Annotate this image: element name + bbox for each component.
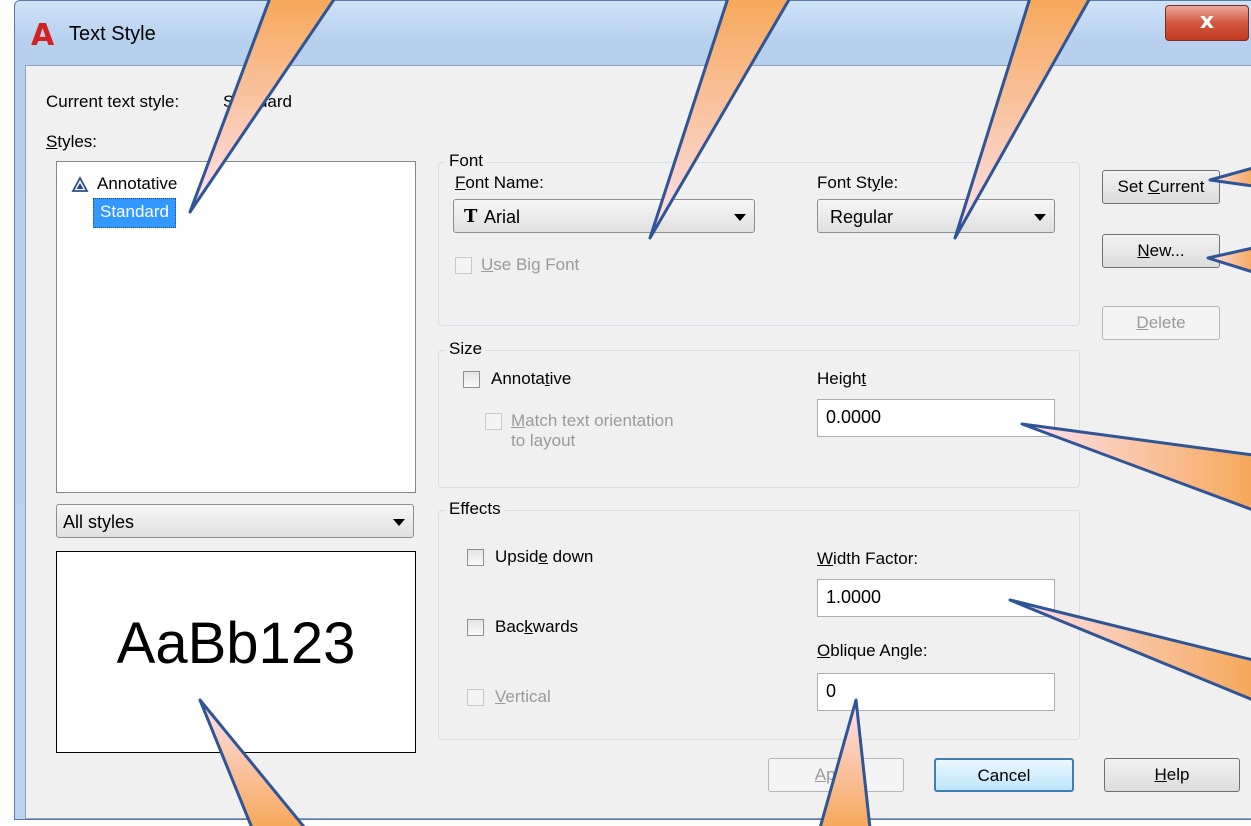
width-factor-label: Width Factor: [817,549,919,568]
size-group-title: Size [445,339,487,359]
styles-list[interactable]: Annotative Standard [56,161,416,493]
preview-panel: AaBb123 [56,551,416,753]
dialog-title: Text Style [69,23,156,45]
annotative-label: Annotative [491,369,572,388]
new-style-button[interactable]: New... [1102,234,1220,268]
upside-down-checkbox[interactable] [467,549,484,566]
height-value: 0.0000 [826,407,882,427]
title-bar: A Text Style x [15,1,1251,65]
vertical-label: Vertical [495,687,551,706]
height-label: Height [817,369,867,388]
list-item-standard[interactable]: Standard [93,198,176,228]
size-group: Size Annotative Match text orientation t… [438,339,1080,488]
current-style-label: Current text style: [46,92,180,111]
set-current-button[interactable]: Set Current [1102,170,1220,204]
chevron-down-icon [1034,214,1046,221]
font-style-value: Regular [830,207,894,227]
vertical-checkbox[interactable] [467,689,484,706]
match-orientation-checkbox[interactable] [485,413,502,430]
width-factor-input[interactable]: 1.0000 [817,579,1055,617]
list-item-label: Standard [100,202,169,221]
use-big-font-checkbox[interactable] [455,257,472,274]
list-item-label: Annotative [97,174,178,193]
backwards-checkbox[interactable] [467,619,484,636]
styles-filter-value: All styles [63,512,135,532]
annotative-checkbox[interactable] [463,371,480,388]
chevron-down-icon [734,214,746,221]
effects-group: Effects Upside down Backwards Vertical W… [438,499,1080,740]
styles-label: Styles: [46,132,98,151]
match-orientation-label: Match text orientation [511,411,674,430]
oblique-angle-input[interactable]: 0 [817,673,1055,711]
height-input[interactable]: 0.0000 [817,399,1055,437]
preview-text: AaBb123 [116,611,356,676]
use-big-font-label: Use Big Font [481,255,580,274]
effects-group-title: Effects [445,499,505,519]
cancel-button[interactable]: Cancel [934,758,1074,792]
font-group: Font Font Name: T Arial Font Style: Regu… [438,151,1080,326]
font-name-value: Arial [484,207,521,227]
apply-button[interactable]: Apply [768,758,904,792]
chevron-down-icon [393,519,405,526]
font-group-title: Font [445,151,488,171]
help-button[interactable]: Help [1104,758,1240,792]
truetype-icon: T [464,206,478,227]
styles-filter-dropdown[interactable]: All styles [56,504,414,538]
oblique-angle-label: Oblique Angle: [817,641,928,660]
font-style-label: Font Style: [817,173,899,192]
oblique-angle-value: 0 [826,681,837,701]
close-icon: x [1199,9,1215,34]
close-button[interactable]: x [1165,5,1249,41]
text-style-dialog: A Text Style x Current text style: Stand… [14,0,1251,820]
width-factor-value: 1.0000 [826,587,882,607]
font-name-label: Font Name: [455,173,544,192]
autocad-a-icon: A [31,18,55,53]
dialog-body: Current text style: Standard Styles: Ann… [25,65,1251,819]
backwards-label: Backwards [495,617,579,636]
match-orientation-label-line2: to layout [511,431,576,450]
delete-button[interactable]: Delete [1102,306,1220,340]
current-style-value: Standard [223,92,292,111]
annotative-icon [71,176,89,194]
upside-down-label: Upside down [495,547,594,566]
font-style-dropdown[interactable]: Regular [817,199,1055,233]
font-name-dropdown[interactable]: T Arial [453,199,755,233]
